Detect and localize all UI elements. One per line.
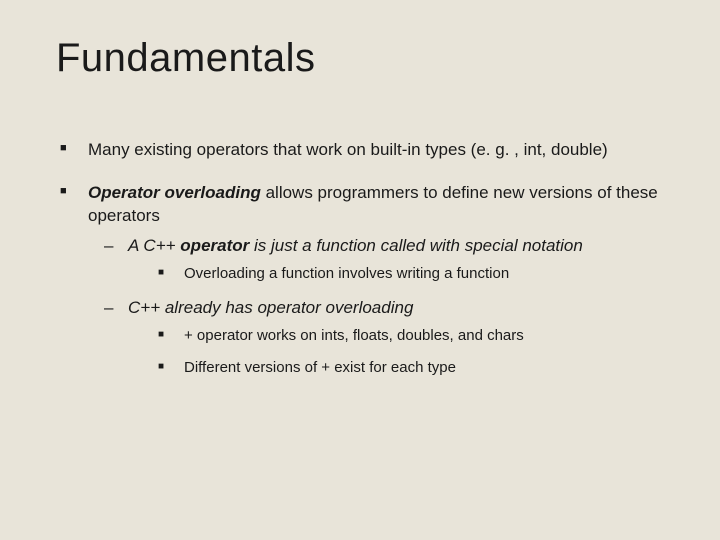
bullet-text: Many existing operators that work on bui… — [88, 140, 608, 159]
sub-bullet-text-bold: operator — [180, 236, 249, 255]
sub-sub-bullet-list: + operator works on ints, floats, double… — [154, 326, 664, 379]
sub-sub-bullet-item: + operator works on ints, floats, double… — [154, 326, 664, 346]
sub-bullet-text: C++ already has operator overloading — [128, 298, 413, 317]
sub-sub-bullet-item: Different versions of + exist for each t… — [154, 358, 664, 378]
bullet-item: Operator overloading allows programmers … — [56, 182, 664, 378]
sub-bullet-list: A C++ operator is just a function called… — [102, 234, 664, 378]
bullet-list: Many existing operators that work on bui… — [56, 139, 664, 378]
sub-sub-bullet-item: Overloading a function involves writing … — [154, 264, 664, 284]
bullet-text-emphasis: Operator overloading — [88, 183, 261, 202]
sub-bullet-text: is just a function called with special n… — [249, 236, 583, 255]
bullet-item: Many existing operators that work on bui… — [56, 139, 664, 162]
slide: Fundamentals Many existing operators tha… — [0, 0, 720, 540]
sub-bullet-text: A C++ — [128, 236, 180, 255]
sub-sub-bullet-list: Overloading a function involves writing … — [154, 264, 664, 284]
sub-sub-bullet-text: + operator works on ints, floats, double… — [184, 327, 524, 344]
sub-sub-bullet-text: Overloading a function involves writing … — [184, 265, 509, 282]
sub-bullet-item: A C++ operator is just a function called… — [102, 234, 664, 284]
sub-sub-bullet-text: Different versions of + exist for each t… — [184, 359, 456, 376]
slide-title: Fundamentals — [56, 36, 664, 81]
sub-bullet-item: C++ already has operator overloading + o… — [102, 296, 664, 378]
